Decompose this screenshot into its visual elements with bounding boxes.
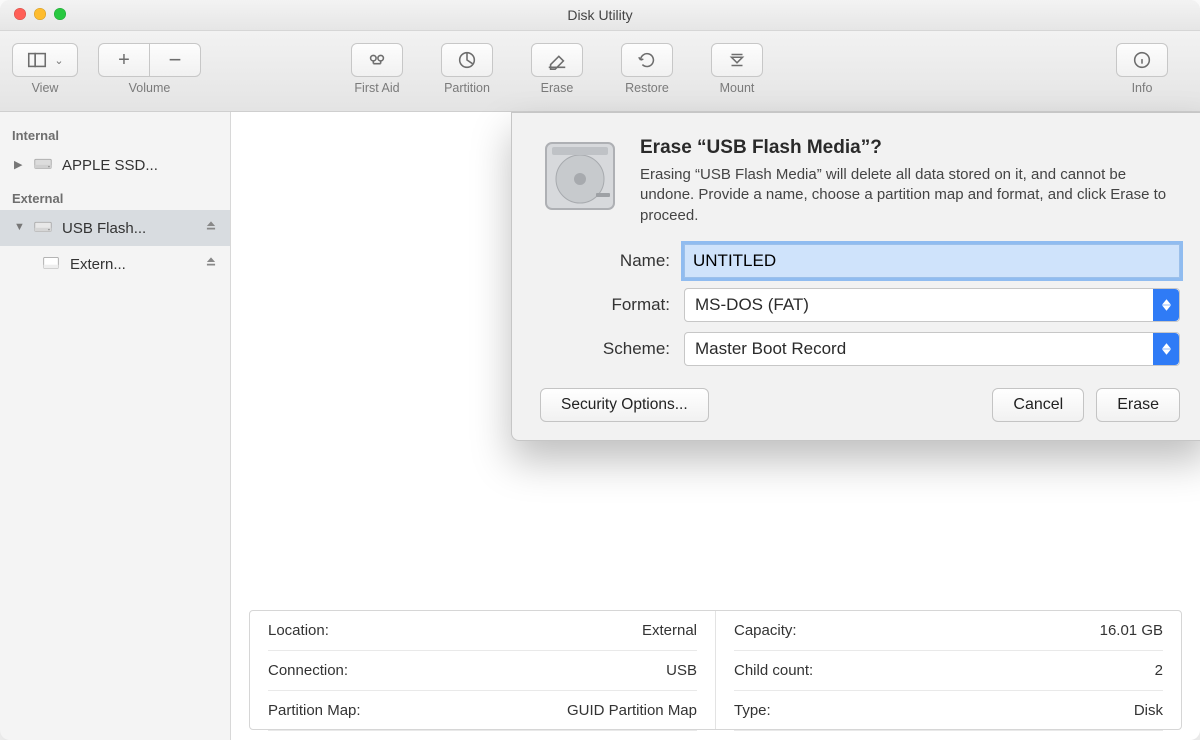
info-column-right: Capacity: 16.01 GB Child count: 2 Type: Dis… [715,611,1181,729]
sidebar-item-label: USB Flash... [62,220,146,237]
minus-icon: − [169,47,182,73]
format-label: Format: [540,295,684,315]
sidebar-header-external: External [0,183,230,210]
info-key: Capacity: [734,622,797,639]
info-row: Location: External [268,611,697,651]
sidebar-item-internal-0[interactable]: ▶ APPLE SSD... [0,147,230,183]
info-value: Disk [1134,702,1163,719]
info-value: External [642,622,697,639]
info-value: 16.01 GB [1100,622,1163,639]
first-aid-label: First Aid [354,81,399,95]
partition-button[interactable] [441,43,493,77]
titlebar: Disk Utility [0,0,1200,31]
hard-drive-icon [540,137,620,215]
disclosure-triangle-icon[interactable]: ▶ [14,158,24,171]
sidebar-item-external-1[interactable]: Extern... [0,246,230,282]
info-row: Capacity: 16.01 GB [734,611,1163,651]
zoom-window-button[interactable] [54,8,66,20]
info-label: Info [1132,81,1153,95]
internal-drive-icon [32,152,54,178]
info-value: USB [666,662,697,679]
erase-confirm-button[interactable]: Erase [1096,388,1180,422]
info-key: Connection: [268,662,348,679]
sidebar-item-external-0[interactable]: ▼ USB Flash... [0,210,230,246]
restore-button[interactable] [621,43,673,77]
main-pane: 16.01 GB Location: External Connection: US… [231,112,1200,740]
first-aid-button[interactable] [351,43,403,77]
external-drive-icon [32,215,54,241]
volume-icon [40,251,62,277]
erase-button[interactable] [531,43,583,77]
eject-icon[interactable] [204,219,218,237]
remove-volume-button[interactable]: − [149,43,201,77]
volume-label: Volume [129,81,171,95]
sidebar-item-label: APPLE SSD... [62,157,158,174]
format-select[interactable]: MS-DOS (FAT) [684,288,1180,322]
erase-dialog: Erase “USB Flash Media”? Erasing “USB Fl… [511,112,1200,441]
mount-button[interactable] [711,43,763,77]
mount-label: Mount [720,81,755,95]
info-value: GUID Partition Map [567,702,697,719]
sidebar: Internal ▶ APPLE SSD... External ▼ USB F… [0,112,231,740]
info-row: Child count: 2 [734,651,1163,691]
info-key: Type: [734,702,771,719]
updown-chevron-icon [1153,289,1179,321]
view-button[interactable]: ⌄ [12,43,78,77]
security-options-button[interactable]: Security Options... [540,388,709,422]
add-volume-button[interactable]: + [98,43,149,77]
sidebar-item-label: Extern... [70,256,126,273]
info-column-left: Location: External Connection: USB Partiti… [250,611,715,729]
window-title: Disk Utility [567,7,632,23]
partition-label: Partition [444,81,490,95]
cancel-button[interactable]: Cancel [992,388,1084,422]
info-row: Device:disk2 [734,731,1163,740]
sidebar-header-internal: Internal [0,120,230,147]
info-row: Partition Map: GUID Partition Map [268,691,697,731]
scheme-selected-value: Master Boot Record [695,339,846,359]
dialog-description: Erasing “USB Flash Media” will delete al… [640,165,1180,226]
info-key: Partition Map: [268,702,361,719]
minimize-window-button[interactable] [34,8,46,20]
window-controls [14,8,66,20]
info-value: 2 [1155,662,1163,679]
dialog-title: Erase “USB Flash Media”? [640,137,1180,159]
info-row: S.M.A.R.T. status:Not Supported [268,731,697,740]
format-selected-value: MS-DOS (FAT) [695,295,809,315]
info-key: Child count: [734,662,813,679]
name-input[interactable] [684,244,1180,278]
info-key: Location: [268,622,329,639]
restore-label: Restore [625,81,669,95]
chevron-down-icon: ⌄ [54,54,63,67]
disclosure-triangle-icon[interactable]: ▼ [14,221,24,233]
content-area: Internal ▶ APPLE SSD... External ▼ USB F… [0,112,1200,740]
info-row: Connection: USB [268,651,697,691]
info-panel: Location: External Connection: USB Partiti… [249,610,1182,730]
info-button[interactable] [1116,43,1168,77]
app-window: Disk Utility ⌄ View + − Volume First Aid [0,0,1200,740]
name-label: Name: [540,251,684,271]
close-window-button[interactable] [14,8,26,20]
updown-chevron-icon [1153,333,1179,365]
info-row: Type: Disk [734,691,1163,731]
scheme-select[interactable]: Master Boot Record [684,332,1180,366]
scheme-label: Scheme: [540,339,684,359]
erase-label: Erase [541,81,574,95]
toolbar: ⌄ View + − Volume First Aid Partition [0,31,1200,112]
eject-icon[interactable] [204,255,218,273]
view-label: View [32,81,59,95]
plus-icon: + [118,49,130,72]
